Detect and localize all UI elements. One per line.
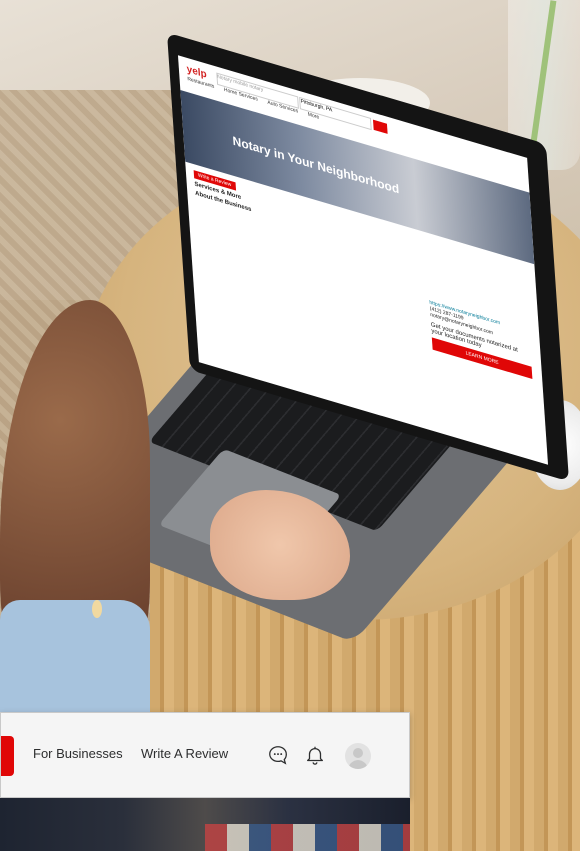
avatar[interactable] — [345, 743, 371, 769]
woman-shoulder — [0, 600, 150, 720]
search-button-edge[interactable] — [1, 736, 14, 776]
bell-icon[interactable] — [304, 744, 326, 766]
sidebar-contact: https://www.notaryneighbor.com (412) 287… — [429, 300, 533, 379]
chat-icon[interactable] — [267, 744, 289, 766]
write-review-link[interactable]: Write A Review — [141, 746, 228, 761]
zoomed-banner-strip — [0, 798, 410, 851]
user-icon — [348, 748, 368, 769]
zoomed-header-bar: For Businesses Write A Review — [0, 712, 410, 798]
houses-image — [205, 824, 410, 851]
earring — [92, 600, 102, 618]
for-businesses-link[interactable]: For Businesses — [33, 746, 123, 761]
